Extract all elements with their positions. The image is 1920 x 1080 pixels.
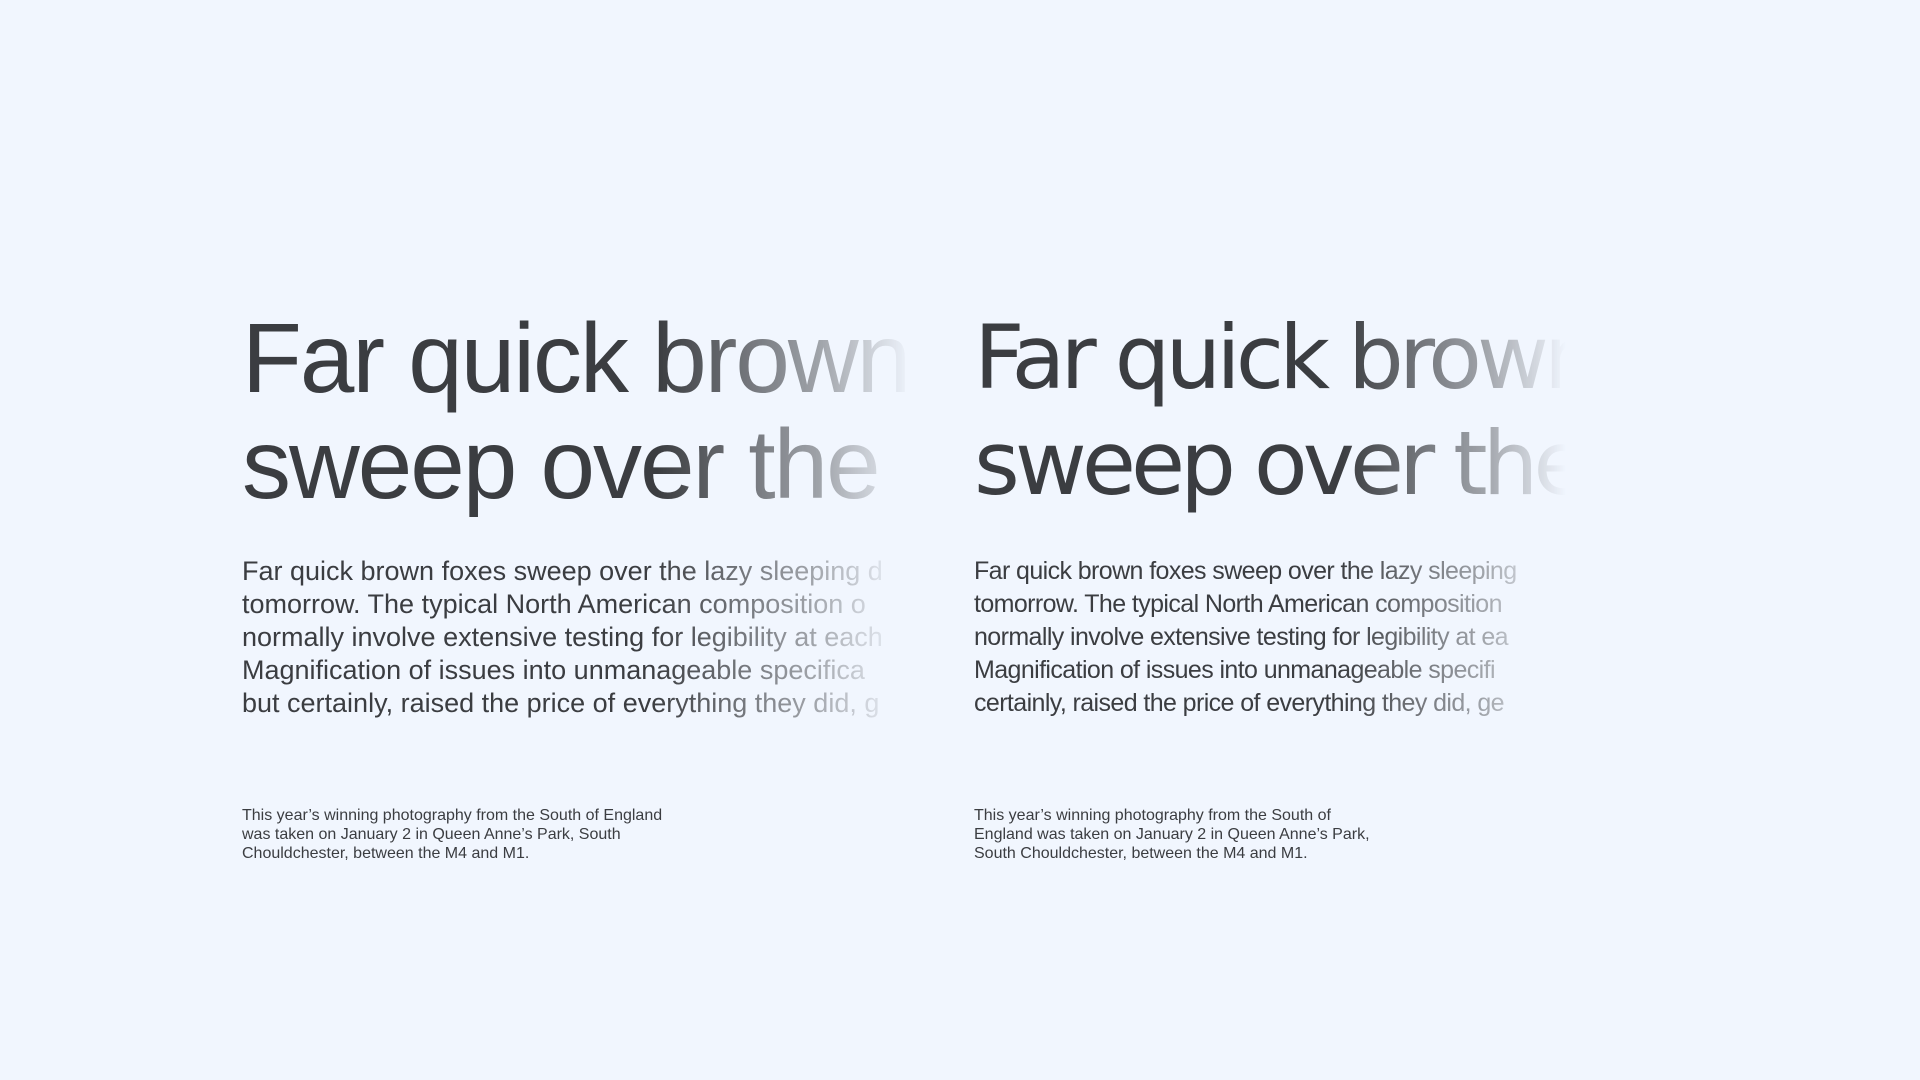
- caption-right: This year’s winning photography from the…: [974, 806, 1394, 863]
- headline: Far quick brown sweep over the: [242, 305, 912, 517]
- body-paragraph: Far quick brown foxes sweep over the laz…: [242, 555, 904, 720]
- body-line: tomorrow. The typical North American com…: [974, 590, 1503, 618]
- body-line: certainly, raised the price of everythin…: [974, 689, 1505, 717]
- headline-line: Far quick brown: [974, 306, 1566, 409]
- body-line: tomorrow. The typical North American com…: [242, 589, 866, 619]
- caption-left: This year’s winning photography from the…: [242, 806, 682, 863]
- caption-line: South Chouldchester, between the M4 and …: [974, 845, 1308, 862]
- body-paragraph: Far quick brown foxes sweep over the laz…: [974, 555, 1564, 720]
- type-specimen-right: Far quick brown sweep over the Far quick…: [974, 305, 1566, 720]
- caption-line: This year’s winning photography from the…: [242, 807, 663, 824]
- body-line: but certainly, raised the price of every…: [242, 688, 880, 718]
- type-specimen-left: Far quick brown sweep over the Far quick…: [242, 305, 912, 720]
- body-line: normally involve extensive testing for l…: [242, 622, 883, 652]
- caption-line: was taken on January 2 in Queen Anne’s P…: [242, 826, 621, 843]
- caption-line: Chouldchester, between the M4 and M1.: [242, 845, 530, 862]
- body-line: Magnification of issues into unmanageabl…: [974, 656, 1496, 684]
- headline-line: Far quick brown: [242, 305, 911, 413]
- headline-line: sweep over the: [974, 412, 1566, 515]
- body-line: Magnification of issues into unmanageabl…: [242, 655, 865, 685]
- caption-line: England was taken on January 2 in Queen …: [974, 826, 1370, 843]
- body-line: Far quick brown foxes sweep over the laz…: [242, 556, 883, 586]
- caption-line: This year’s winning photography from the…: [974, 807, 1331, 824]
- headline-line: sweep over the: [242, 409, 881, 517]
- headline: Far quick brown sweep over the: [974, 305, 1566, 517]
- body-line: normally involve extensive testing for l…: [974, 623, 1509, 651]
- body-line: Far quick brown foxes sweep over the laz…: [974, 557, 1517, 585]
